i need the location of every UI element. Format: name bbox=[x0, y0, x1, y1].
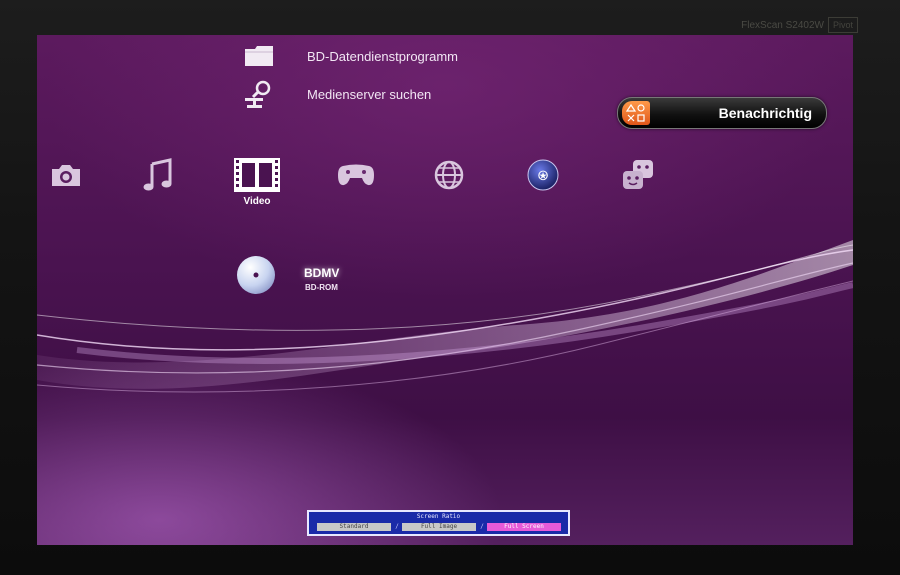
osd-separator: / bbox=[395, 523, 399, 530]
menu-item-bd-utility[interactable]: BD-Datendienstprogramm bbox=[242, 41, 458, 71]
folder-icon bbox=[242, 41, 276, 71]
menu-item-media-server-search[interactable]: Medienserver suchen bbox=[242, 79, 431, 109]
notification-label: Benachrichtig bbox=[718, 105, 812, 121]
film-strip-icon bbox=[234, 158, 280, 192]
category-friends[interactable] bbox=[613, 155, 663, 195]
playstation-network-icon: ⍟ bbox=[527, 159, 559, 191]
monitor-model: FlexScan S2402W bbox=[741, 19, 824, 31]
osd-separator: / bbox=[480, 523, 484, 530]
osd-title: Screen Ratio bbox=[416, 513, 461, 520]
menu-item-label: BD-Datendienstprogramm bbox=[307, 48, 459, 64]
category-game[interactable] bbox=[331, 155, 381, 195]
category-playstation-network[interactable]: ⍟ bbox=[518, 155, 568, 195]
category-label-video: Video bbox=[243, 196, 271, 207]
category-photo[interactable] bbox=[41, 155, 91, 195]
network-search-icon bbox=[242, 79, 276, 109]
disc-title: BDMV bbox=[304, 266, 340, 280]
monitor-badge: Pivot bbox=[827, 17, 858, 33]
xmb-screen: BD-Datendienstprogramm Medienserver such… bbox=[37, 35, 853, 545]
category-network[interactable] bbox=[424, 155, 474, 195]
svg-text:⍟: ⍟ bbox=[538, 168, 548, 185]
screen-ratio-osd: Screen Ratio Standard / Full Image / Ful… bbox=[307, 510, 570, 536]
menu-item-label: Medienserver suchen bbox=[307, 86, 432, 102]
globe-icon bbox=[434, 160, 464, 190]
osd-option-standard[interactable]: Standard bbox=[317, 523, 391, 531]
gamepad-icon bbox=[338, 164, 374, 186]
monitor-brand: FlexScan S2402W Pivot bbox=[741, 14, 858, 36]
category-music[interactable] bbox=[133, 155, 183, 195]
friends-icon bbox=[623, 160, 653, 189]
osd-option-full-image[interactable]: Full Image bbox=[402, 523, 476, 531]
playstation-symbols-icon bbox=[622, 101, 650, 125]
monitor-bezel: FlexScan S2402W Pivot BD-Datendienstprog… bbox=[0, 0, 900, 575]
disc-item-bdmv[interactable] bbox=[236, 255, 276, 295]
music-note-icon bbox=[143, 158, 172, 191]
category-video[interactable] bbox=[232, 153, 282, 197]
notification-button[interactable]: Benachrichtig bbox=[617, 97, 827, 129]
osd-option-full-screen[interactable]: Full Screen bbox=[487, 523, 561, 531]
camera-icon bbox=[52, 165, 80, 186]
bluray-disc-icon bbox=[237, 256, 275, 294]
disc-subtitle: BD-ROM bbox=[305, 283, 338, 292]
